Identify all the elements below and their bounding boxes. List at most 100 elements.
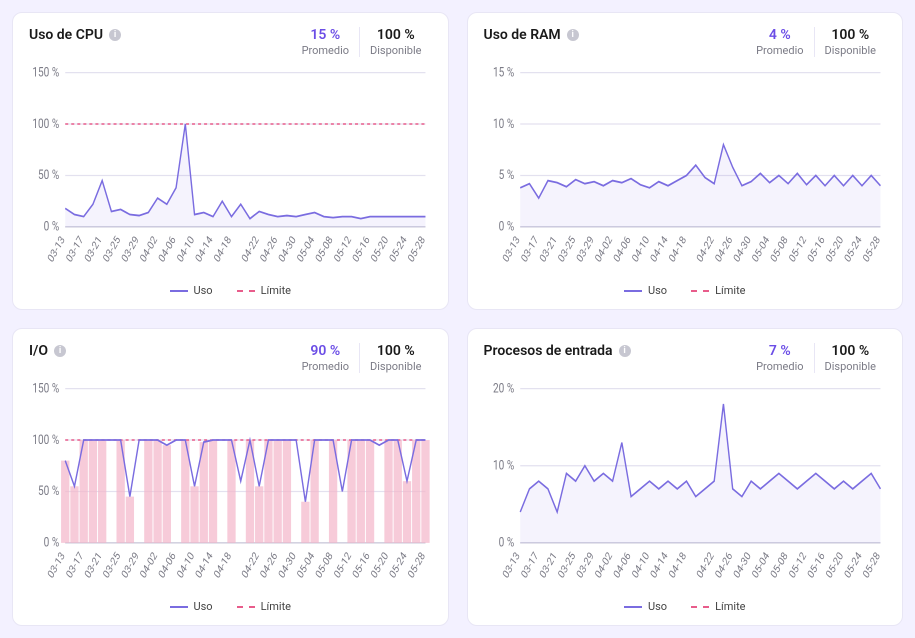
info-icon[interactable]: i (109, 29, 121, 41)
info-icon[interactable]: i (54, 345, 66, 357)
svg-text:10 %: 10 % (493, 116, 514, 131)
svg-text:03-13: 03-13 (45, 549, 68, 581)
svg-text:04-26: 04-26 (712, 233, 735, 265)
metric-card-proc: Procesos de entrada i 7 % Promedio 100 %… (467, 328, 904, 626)
svg-text:150 %: 150 % (32, 65, 59, 80)
stat-average-label: Promedio (302, 44, 349, 57)
card-title: Procesos de entrada i (484, 343, 631, 359)
card-title-text: I/O (29, 343, 48, 359)
svg-text:04-30: 04-30 (730, 233, 753, 265)
card-title: Uso de CPU i (29, 27, 121, 43)
svg-text:05-12: 05-12 (331, 233, 354, 265)
stat-available-value: 100 % (825, 343, 876, 359)
stat-average-label: Promedio (756, 360, 803, 373)
svg-text:05-04: 05-04 (749, 233, 772, 265)
card-header: Uso de CPU i 15 % Promedio 100 % Disponi… (29, 27, 432, 57)
svg-text:04-22: 04-22 (693, 233, 716, 265)
chart-area: 0 %50 %100 %150 %03-1303-1703-2103-2503-… (29, 381, 432, 596)
legend-usage-label: Uso (194, 600, 213, 613)
stat-average-value: 4 % (756, 27, 803, 43)
svg-text:05-04: 05-04 (294, 549, 317, 581)
svg-text:03-29: 03-29 (119, 233, 142, 265)
chart-svg: 0 %50 %100 %150 %03-1303-1703-2103-2503-… (29, 381, 432, 596)
svg-text:05-08: 05-08 (767, 549, 790, 581)
legend-usage: Uso (170, 284, 213, 297)
info-icon[interactable]: i (567, 29, 579, 41)
stat-average-label: Promedio (756, 44, 803, 57)
svg-text:04-10: 04-10 (629, 549, 652, 581)
svg-text:05-08: 05-08 (313, 233, 336, 265)
svg-text:04-14: 04-14 (193, 233, 216, 265)
card-title: I/O i (29, 343, 66, 359)
legend-limit: Límite (237, 600, 291, 613)
svg-text:10 %: 10 % (493, 457, 514, 472)
legend-usage: Uso (624, 600, 667, 613)
svg-text:03-25: 03-25 (100, 233, 123, 265)
card-header: Uso de RAM i 4 % Promedio 100 % Disponib… (484, 27, 887, 57)
metric-card-ram: Uso de RAM i 4 % Promedio 100 % Disponib… (467, 12, 904, 310)
legend-usage-swatch (624, 606, 642, 608)
legend-limit-swatch (237, 290, 255, 292)
svg-text:04-18: 04-18 (666, 549, 689, 581)
svg-text:04-22: 04-22 (693, 549, 716, 581)
svg-text:04-02: 04-02 (592, 549, 615, 581)
svg-text:100 %: 100 % (32, 116, 59, 131)
chart-area: 0 %5 %10 %15 %03-1303-1703-2103-2503-290… (484, 65, 887, 280)
svg-text:04-18: 04-18 (211, 233, 234, 265)
svg-text:04-02: 04-02 (592, 233, 615, 265)
stat-average-label: Promedio (302, 360, 349, 373)
svg-text:04-30: 04-30 (276, 549, 299, 581)
svg-text:03-13: 03-13 (45, 233, 68, 265)
svg-text:05-04: 05-04 (749, 549, 772, 581)
stat-available: 100 % Disponible (359, 27, 431, 57)
svg-text:04-14: 04-14 (647, 549, 670, 581)
stat-available-value: 100 % (370, 27, 421, 43)
legend-usage: Uso (624, 284, 667, 297)
svg-text:04-30: 04-30 (730, 549, 753, 581)
svg-text:03-13: 03-13 (499, 549, 522, 581)
stat-available-value: 100 % (825, 27, 876, 43)
svg-text:03-29: 03-29 (119, 549, 142, 581)
svg-text:0 %: 0 % (498, 535, 514, 550)
svg-text:03-29: 03-29 (573, 549, 596, 581)
legend-limit-label: Límite (261, 284, 291, 297)
chart-area: 0 %50 %100 %150 %03-1303-1703-2103-2503-… (29, 65, 432, 280)
svg-text:03-17: 03-17 (63, 549, 86, 581)
svg-text:05-24: 05-24 (841, 549, 864, 581)
svg-text:03-25: 03-25 (555, 549, 578, 581)
svg-text:04-30: 04-30 (276, 233, 299, 265)
stat-available: 100 % Disponible (814, 343, 886, 373)
svg-text:04-22: 04-22 (239, 549, 262, 581)
legend-usage-label: Uso (648, 284, 667, 297)
svg-text:05-04: 05-04 (294, 233, 317, 265)
svg-text:5 %: 5 % (498, 167, 514, 182)
stat-average: 4 % Promedio (746, 27, 813, 57)
svg-text:05-16: 05-16 (804, 549, 827, 581)
card-title-text: Procesos de entrada (484, 343, 613, 359)
svg-text:03-21: 03-21 (82, 549, 104, 581)
legend-usage-swatch (170, 606, 188, 608)
stat-available-label: Disponible (825, 360, 876, 373)
stat-average-value: 15 % (302, 27, 349, 43)
svg-text:50 %: 50 % (38, 483, 59, 498)
svg-text:05-28: 05-28 (860, 549, 883, 581)
svg-text:04-22: 04-22 (239, 233, 262, 265)
legend-limit-swatch (691, 606, 709, 608)
svg-text:04-18: 04-18 (666, 233, 689, 265)
svg-text:05-12: 05-12 (331, 549, 354, 581)
svg-text:04-06: 04-06 (610, 549, 633, 581)
svg-text:0 %: 0 % (44, 535, 60, 550)
svg-text:04-10: 04-10 (174, 549, 197, 581)
legend-usage-label: Uso (648, 600, 667, 613)
svg-text:20 %: 20 % (493, 381, 514, 396)
legend-usage-swatch (624, 290, 642, 292)
svg-text:04-02: 04-02 (137, 549, 160, 581)
card-title-text: Uso de RAM (484, 27, 561, 43)
info-icon[interactable]: i (619, 345, 631, 357)
svg-text:03-17: 03-17 (518, 549, 541, 581)
svg-text:04-18: 04-18 (211, 549, 234, 581)
svg-text:15 %: 15 % (493, 65, 514, 80)
chart-svg: 0 %10 %20 %03-1303-1703-2103-2503-2904-0… (484, 381, 887, 596)
svg-text:05-16: 05-16 (804, 233, 827, 265)
svg-text:05-20: 05-20 (368, 549, 391, 581)
